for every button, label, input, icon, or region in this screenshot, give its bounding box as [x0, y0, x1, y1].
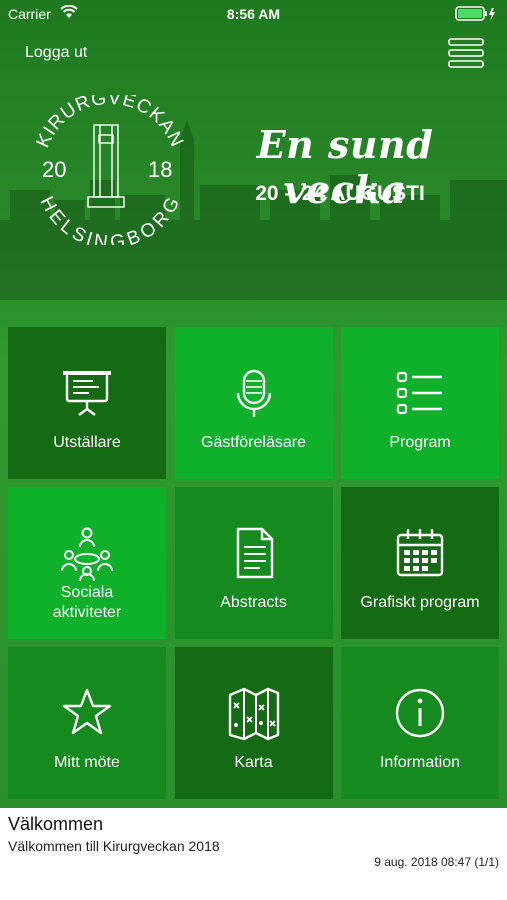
svg-text:HELSINGBORG: HELSINGBORG: [36, 193, 185, 245]
news-body: Välkommen till Kirurgveckan 2018: [8, 838, 220, 854]
tile-sociala-aktiviteter[interactable]: Sociala aktiviteter: [8, 487, 166, 639]
tile-label: Abstracts: [220, 594, 287, 611]
tile-utställare[interactable]: Utställare: [8, 327, 166, 479]
star-icon: [62, 688, 112, 735]
list-icon: [396, 371, 442, 415]
tile-information[interactable]: Information: [341, 647, 499, 799]
tile-gästföreläsare[interactable]: Gästföreläsare: [174, 327, 333, 479]
news-panel[interactable]: Välkommen Välkommen till Kirurgveckan 20…: [0, 808, 507, 900]
kirurgveckan-logo: KIRURGVECKAN HELSINGBORG 20 18: [33, 95, 187, 245]
tile-mitt-möte[interactable]: Mitt möte: [8, 647, 166, 799]
logo-year-left: 20: [42, 157, 66, 182]
tile-label: Gästföreläsare: [201, 434, 306, 451]
status-time: 8:56 AM: [226, 6, 281, 22]
logout-button[interactable]: Logga ut: [25, 44, 87, 62]
document-icon: [236, 527, 273, 579]
tile-label: Information: [379, 754, 461, 771]
tile-grafiskt-program[interactable]: Grafiskt program: [341, 487, 499, 639]
battery-icon: [455, 6, 495, 21]
news-meta: 9 aug. 2018 08:47 (1/1): [374, 855, 499, 869]
tile-karta[interactable]: Karta: [174, 647, 333, 799]
tile-label: Karta: [234, 754, 273, 771]
tower-icon: [87, 124, 125, 208]
tile-label: Sociala aktiviteter: [52, 584, 122, 621]
tile-label: Utställare: [53, 434, 121, 451]
meeting-group-icon: [61, 527, 113, 581]
calendar-icon: [396, 529, 444, 577]
news-title: Välkommen: [8, 814, 104, 834]
hamburger-menu-icon[interactable]: [448, 38, 484, 68]
logo-bottom-text: HELSINGBORG: [36, 193, 184, 245]
info-icon: [395, 688, 445, 738]
map-icon: [228, 687, 279, 741]
tile-program[interactable]: Program: [341, 327, 499, 479]
tile-abstracts[interactable]: Abstracts: [174, 487, 333, 639]
status-bar: Carrier 8:56 AM: [0, 0, 507, 28]
tile-label: Mitt möte: [54, 754, 120, 771]
tile-label: Program: [389, 434, 451, 451]
tile-label: Grafiskt program: [360, 594, 480, 611]
presentation-board-icon: [63, 371, 111, 416]
logo-year-right: 18: [148, 157, 172, 182]
microphone-icon: [236, 369, 271, 417]
event-dates: 20 – 24 AUGUSTI: [255, 182, 425, 205]
